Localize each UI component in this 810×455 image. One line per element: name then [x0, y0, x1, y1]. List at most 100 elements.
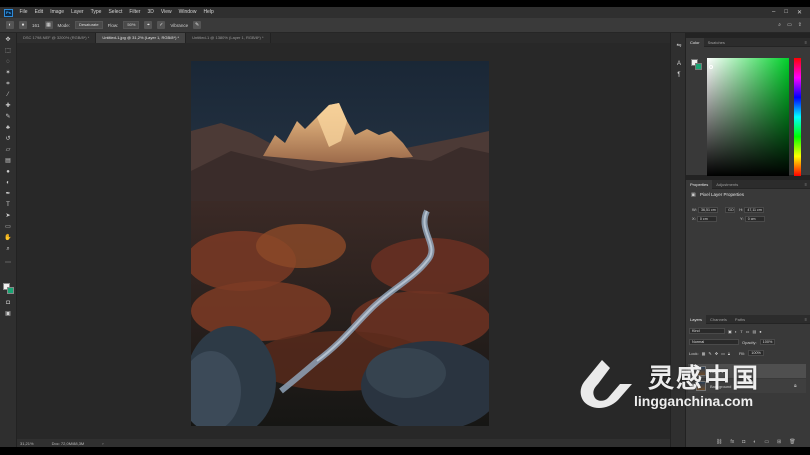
- search-icon[interactable]: ⌕: [778, 22, 781, 28]
- dodge-tool-icon[interactable]: ◐: [3, 179, 13, 188]
- filter-shape-icon[interactable]: ▭: [746, 329, 750, 334]
- menu-filter[interactable]: Filter: [126, 7, 144, 18]
- quick-mask-icon[interactable]: ◘: [3, 299, 13, 308]
- filter-toggle-icon[interactable]: ●: [759, 329, 761, 334]
- lock-paint-icon[interactable]: ✎: [708, 351, 711, 356]
- history-panel-icon[interactable]: ⇋: [674, 42, 684, 51]
- marquee-tool-icon[interactable]: ⬚: [3, 47, 13, 56]
- maximize-icon[interactable]: □: [784, 9, 788, 16]
- tab-layers[interactable]: Layers: [686, 314, 707, 324]
- pressure-icon[interactable]: ✎: [193, 21, 202, 29]
- doc-size[interactable]: Doc: 72,0M/88,3M: [52, 441, 85, 446]
- menu-file[interactable]: File: [16, 7, 31, 18]
- color-picker-cursor[interactable]: [709, 65, 713, 69]
- fill-field[interactable]: 100%: [748, 350, 764, 356]
- hue-slider[interactable]: [794, 58, 801, 176]
- lock-all-icon[interactable]: 🔒︎: [728, 351, 730, 356]
- lock-move-icon[interactable]: ✥: [715, 351, 718, 356]
- lasso-tool-icon[interactable]: ◌: [3, 58, 13, 67]
- healing-brush-tool-icon[interactable]: ✚: [3, 102, 13, 111]
- hand-tool-icon[interactable]: ✋: [3, 234, 13, 243]
- x-field[interactable]: 0 cm: [696, 216, 717, 222]
- panel-menu-icon[interactable]: ≡: [805, 182, 807, 187]
- crop-tool-icon[interactable]: ⌗: [3, 80, 13, 89]
- menu-3d[interactable]: 3D: [144, 7, 157, 18]
- background-color-swatch[interactable]: [7, 287, 14, 294]
- share-icon[interactable]: ⇪: [798, 22, 802, 28]
- menu-edit[interactable]: Edit: [31, 7, 47, 18]
- adjustment-layer-icon[interactable]: ◐: [753, 439, 756, 445]
- document-image[interactable]: [191, 61, 489, 426]
- close-icon[interactable]: ✕: [797, 9, 802, 16]
- lock-pixels-icon[interactable]: ▦: [702, 351, 706, 356]
- path-selection-tool-icon[interactable]: ➤: [3, 212, 13, 221]
- filter-pixel-icon[interactable]: ▣: [728, 329, 732, 334]
- minimize-icon[interactable]: –: [772, 9, 775, 16]
- color-field[interactable]: [707, 58, 789, 176]
- blend-mode-select[interactable]: Normal: [689, 339, 739, 345]
- panel-menu-icon[interactable]: ≡: [805, 40, 807, 45]
- background-swatch[interactable]: [695, 63, 702, 70]
- lock-icon[interactable]: 🔒︎: [794, 383, 797, 389]
- menu-type[interactable]: Type: [87, 7, 105, 18]
- panel-menu-icon[interactable]: ≡: [805, 317, 807, 322]
- history-brush-tool-icon[interactable]: ↺: [3, 135, 13, 144]
- magic-wand-tool-icon[interactable]: ✶: [3, 69, 13, 78]
- fx-icon[interactable]: fx: [730, 439, 734, 445]
- shape-tool-icon[interactable]: ▭: [3, 223, 13, 232]
- lock-artboard-icon[interactable]: ▭: [721, 351, 725, 356]
- flow-field[interactable]: 50%: [123, 21, 140, 29]
- screen-mode-icon[interactable]: ▣: [3, 310, 13, 319]
- filter-adjust-icon[interactable]: ◐: [735, 329, 737, 334]
- tab-dsc-1798[interactable]: DSC 1798.NEF @ 3200% (RGB/8*) *: [17, 33, 97, 43]
- tab-channels[interactable]: Channels: [706, 315, 731, 324]
- eraser-tool-icon[interactable]: ▱: [3, 146, 13, 155]
- tab-adjustments[interactable]: Adjustments: [712, 180, 742, 189]
- menu-window[interactable]: Window: [175, 7, 200, 18]
- height-field[interactable]: 47,11 cm: [744, 207, 765, 213]
- type-tool-icon[interactable]: T: [3, 201, 13, 210]
- brush-preset-icon[interactable]: ●: [19, 21, 27, 29]
- menu-help[interactable]: Help: [200, 7, 217, 18]
- brush-panel-icon[interactable]: ▦: [44, 21, 53, 29]
- menu-layer[interactable]: Layer: [68, 7, 88, 18]
- menu-view[interactable]: View: [157, 7, 175, 18]
- paragraph-panel-icon[interactable]: ¶: [674, 71, 684, 80]
- character-panel-icon[interactable]: A: [674, 60, 684, 69]
- filter-type-icon[interactable]: T: [740, 329, 742, 334]
- more-tools-icon[interactable]: ⋯: [3, 259, 13, 268]
- sponge-tool-icon[interactable]: ◐: [6, 21, 14, 29]
- zoom-level[interactable]: 31,21%: [20, 441, 34, 446]
- new-layer-icon[interactable]: ⊞: [777, 439, 781, 445]
- move-tool-icon[interactable]: ✥: [3, 36, 13, 45]
- add-mask-icon[interactable]: ◘: [742, 439, 745, 445]
- pen-tool-icon[interactable]: ✒: [3, 190, 13, 199]
- vibrance-checkbox[interactable]: ✓: [157, 21, 166, 29]
- link-button[interactable]: GO: [725, 207, 736, 213]
- brush-tool-icon[interactable]: ✎: [3, 113, 13, 122]
- tab-paths[interactable]: Paths: [731, 315, 749, 324]
- menu-select[interactable]: Select: [105, 7, 126, 18]
- y-field[interactable]: 0 cm: [744, 216, 765, 222]
- airbrush-icon[interactable]: ⌖: [144, 21, 153, 29]
- new-group-icon[interactable]: ▭: [764, 439, 769, 445]
- opacity-field[interactable]: 100%: [759, 339, 776, 345]
- width-field[interactable]: 36,51 cm: [697, 207, 718, 213]
- workspace-icon[interactable]: ▭: [787, 22, 792, 28]
- kind-filter-select[interactable]: Kind: [689, 328, 725, 334]
- zoom-tool-icon[interactable]: ⌕: [3, 245, 13, 254]
- link-layers-icon[interactable]: ⛓: [716, 439, 722, 445]
- menu-image[interactable]: Image: [47, 7, 68, 18]
- tab-swatches[interactable]: Swatches: [704, 38, 729, 47]
- tab-properties[interactable]: Properties: [686, 179, 713, 189]
- blur-tool-icon[interactable]: ●: [3, 168, 13, 177]
- gradient-tool-icon[interactable]: ▤: [3, 157, 13, 166]
- delete-layer-icon[interactable]: 🗑︎: [789, 439, 795, 445]
- status-arrow-icon[interactable]: ›: [102, 441, 103, 446]
- clone-stamp-tool-icon[interactable]: ♣: [3, 124, 13, 133]
- tab-untitled-1-jpg[interactable]: Untitled-1.jpg @ 31,2% (Layer 1, RGB/8*)…: [96, 33, 187, 43]
- mode-select[interactable]: Desaturate: [75, 21, 103, 29]
- filter-smart-icon[interactable]: ▤: [752, 329, 756, 334]
- eyedropper-tool-icon[interactable]: ⁄: [3, 91, 13, 100]
- tab-color[interactable]: Color: [686, 37, 704, 47]
